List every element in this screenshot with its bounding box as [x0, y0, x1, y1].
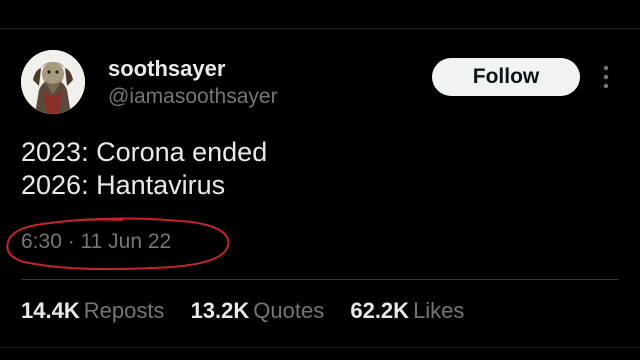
likes-count: 62.2K [350, 298, 410, 323]
avatar[interactable] [21, 50, 85, 114]
quotes-label: Quotes [253, 298, 325, 323]
stats-divider [21, 279, 619, 280]
display-name[interactable]: soothsayer [108, 56, 225, 82]
quotes-count: 13.2K [190, 298, 250, 323]
soothsayer-avatar-icon [21, 50, 85, 114]
top-divider [0, 28, 640, 29]
likes-stat[interactable]: 62.2K Likes [350, 297, 464, 325]
tweet-line: 2023: Corona ended [21, 137, 268, 167]
reposts-label: Reposts [83, 298, 165, 323]
bottom-divider [0, 347, 640, 348]
quotes-stat[interactable]: 13.2K Quotes [191, 297, 325, 325]
reposts-stat[interactable]: 14.4K Reposts [21, 297, 164, 325]
tweet-text: 2023: Corona ended 2026: Hantavirus [21, 136, 267, 202]
user-handle[interactable]: @iamasoothsayer [108, 84, 278, 110]
likes-label: Likes [413, 298, 465, 323]
reposts-count: 14.4K [21, 298, 80, 323]
tweet-line: 2026: Hantavirus [21, 170, 226, 200]
more-options-icon[interactable] [598, 62, 614, 92]
follow-button[interactable]: Follow [432, 58, 580, 96]
tweet-timestamp[interactable]: 6:30 · 11 Jun 22 [21, 229, 171, 255]
engagement-stats: 14.4K Reposts 13.2K Quotes 62.2K Likes [21, 297, 484, 325]
